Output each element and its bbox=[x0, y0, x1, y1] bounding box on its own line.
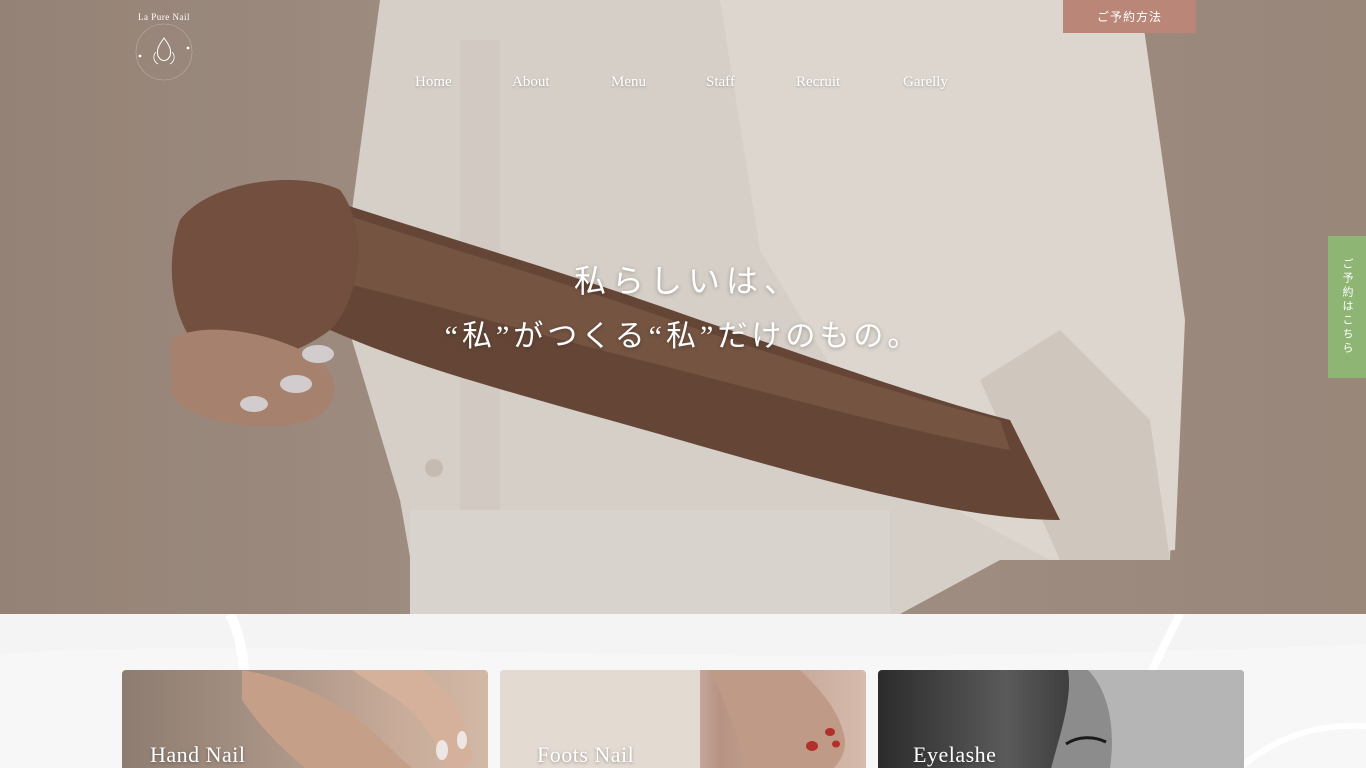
logo-emblem bbox=[135, 23, 193, 81]
logo-text: La Pure Nail bbox=[138, 12, 190, 22]
hero-copy-line-2: “私”がつくる“私”だけのもの。 bbox=[444, 320, 922, 353]
nav-menu[interactable]: Menu bbox=[611, 72, 646, 92]
hero-catchcopy: 私らしいは、 “私”がつくる“私”だけのもの。 bbox=[0, 258, 1366, 360]
nav-staff[interactable]: Staff bbox=[706, 72, 735, 92]
card-title-hand-nail: Hand Nail bbox=[150, 742, 246, 767]
nav-recruit[interactable]: Recruit bbox=[796, 72, 840, 92]
page: La Pure Nail Home About Menu Staff Recru… bbox=[0, 0, 1366, 768]
menu-section: Hand Nail Foots Nail Eyelashe bbox=[0, 614, 1366, 768]
nav-home[interactable]: Home bbox=[415, 72, 452, 92]
card-hand-nail[interactable]: Hand Nail bbox=[122, 670, 488, 768]
hero-section: La Pure Nail Home About Menu Staff Recru… bbox=[0, 0, 1366, 614]
hero-copy-line-1: 私らしいは、 bbox=[573, 263, 802, 299]
card-eyelash[interactable]: Eyelashe bbox=[878, 670, 1244, 768]
site-logo[interactable]: La Pure Nail bbox=[128, 12, 200, 92]
card-title-eyelash: Eyelashe bbox=[913, 742, 997, 767]
nav-gallery[interactable]: Garelly bbox=[903, 72, 948, 92]
card-foots-nail[interactable]: Foots Nail bbox=[500, 670, 866, 768]
nav-about[interactable]: About bbox=[512, 72, 550, 92]
reservation-method-button[interactable]: ご予約方法 bbox=[1063, 0, 1196, 33]
card-title-foots-nail: Foots Nail bbox=[537, 742, 635, 767]
